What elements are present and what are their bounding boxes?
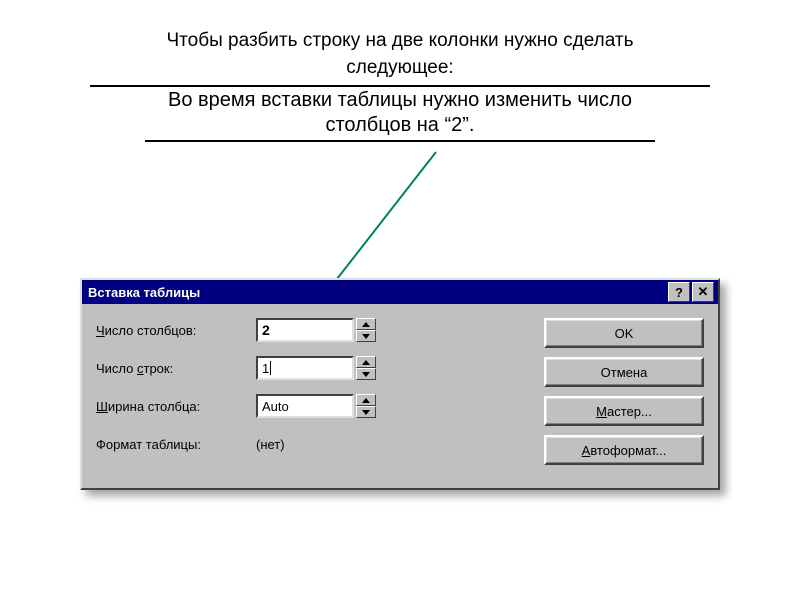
subheading-line-2: столбцов на “2”. [0, 114, 800, 137]
width-input[interactable]: Auto [256, 394, 354, 418]
text-caret [270, 361, 271, 375]
wizard-button[interactable]: Мастер... [544, 396, 704, 426]
dialog-body: Число столбцов: 2 Число строк: 1 [82, 304, 718, 488]
autoformat-button[interactable]: Автоформат... [544, 435, 704, 465]
field-format: Формат таблицы: (нет) [96, 432, 526, 456]
field-rows: Число строк: 1 [96, 356, 526, 380]
chevron-up-icon [362, 322, 370, 327]
columns-spin-buttons [356, 318, 376, 342]
rows-label: Число строк: [96, 361, 256, 376]
heading-line-1: Чтобы разбить строку на две колонки нужн… [0, 28, 800, 55]
columns-spin-up[interactable] [356, 318, 376, 330]
format-value: (нет) [256, 437, 285, 452]
close-button[interactable]: ✕ [692, 282, 714, 302]
heading-line-2: следующее: [0, 55, 800, 82]
fields-column: Число столбцов: 2 Число строк: 1 [96, 318, 526, 470]
columns-spin-down[interactable] [356, 330, 376, 342]
cancel-button[interactable]: Отмена [544, 357, 704, 387]
rows-input[interactable]: 1 [256, 356, 354, 380]
chevron-down-icon [362, 334, 370, 339]
insert-table-dialog: Вставка таблицы ? ✕ Число столбцов: 2 Чи… [80, 278, 720, 490]
width-spin-buttons [356, 394, 376, 418]
ok-button[interactable]: OK [544, 318, 704, 348]
columns-input[interactable]: 2 [256, 318, 354, 342]
page-heading: Чтобы разбить строку на две колонки нужн… [0, 0, 800, 142]
width-spin-down[interactable] [356, 406, 376, 418]
rows-spin-buttons [356, 356, 376, 380]
rows-spinner[interactable]: 1 [256, 356, 376, 380]
chevron-down-icon [362, 372, 370, 377]
chevron-down-icon [362, 410, 370, 415]
chevron-up-icon [362, 398, 370, 403]
dialog-titlebar[interactable]: Вставка таблицы ? ✕ [82, 280, 718, 304]
width-spin-up[interactable] [356, 394, 376, 406]
subheading-line-1: Во время вставки таблицы нужно изменить … [0, 89, 800, 112]
format-label: Формат таблицы: [96, 437, 256, 452]
columns-spinner[interactable]: 2 [256, 318, 376, 342]
columns-label: Число столбцов: [96, 323, 256, 338]
field-width: Ширина столбца: Auto [96, 394, 526, 418]
help-button[interactable]: ? [668, 282, 690, 302]
dialog-title: Вставка таблицы [88, 285, 666, 300]
rows-spin-up[interactable] [356, 356, 376, 368]
rows-spin-down[interactable] [356, 368, 376, 380]
button-column: OK Отмена Мастер... Автоформат... [544, 318, 704, 470]
width-spinner[interactable]: Auto [256, 394, 376, 418]
field-columns: Число столбцов: 2 [96, 318, 526, 342]
width-label: Ширина столбца: [96, 399, 256, 414]
divider-bottom [145, 140, 655, 142]
divider-top [90, 85, 710, 87]
chevron-up-icon [362, 360, 370, 365]
